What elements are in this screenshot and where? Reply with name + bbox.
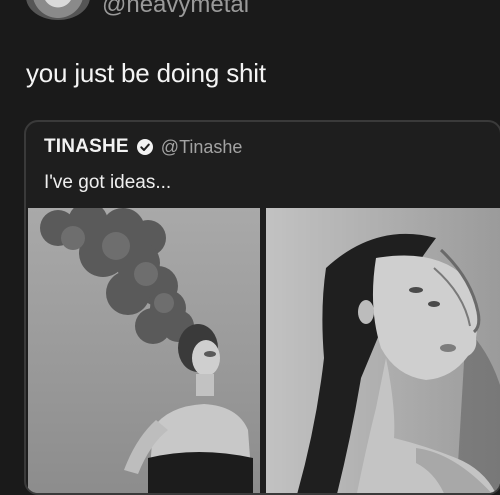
tweet-text: you just be doing shit bbox=[26, 58, 266, 88]
quoted-author-handle[interactable]: @Tinashe bbox=[161, 137, 243, 158]
quoted-photo-profile-portrait[interactable] bbox=[266, 208, 500, 493]
author-handle[interactable]: @heavymetal bbox=[102, 0, 249, 19]
verified-badge-icon bbox=[136, 139, 153, 155]
quoted-tweet-text: I've got ideas... bbox=[44, 172, 172, 193]
quoted-photo-smoke-portrait[interactable] bbox=[28, 208, 260, 493]
quoted-tweet-card[interactable]: TINASHE @Tinashe I've got ideas... bbox=[24, 120, 500, 495]
quoted-tweet-header: TINASHE @Tinashe bbox=[44, 136, 242, 158]
quoted-author-name[interactable]: TINASHE bbox=[44, 136, 129, 158]
avatar[interactable] bbox=[26, 0, 90, 20]
